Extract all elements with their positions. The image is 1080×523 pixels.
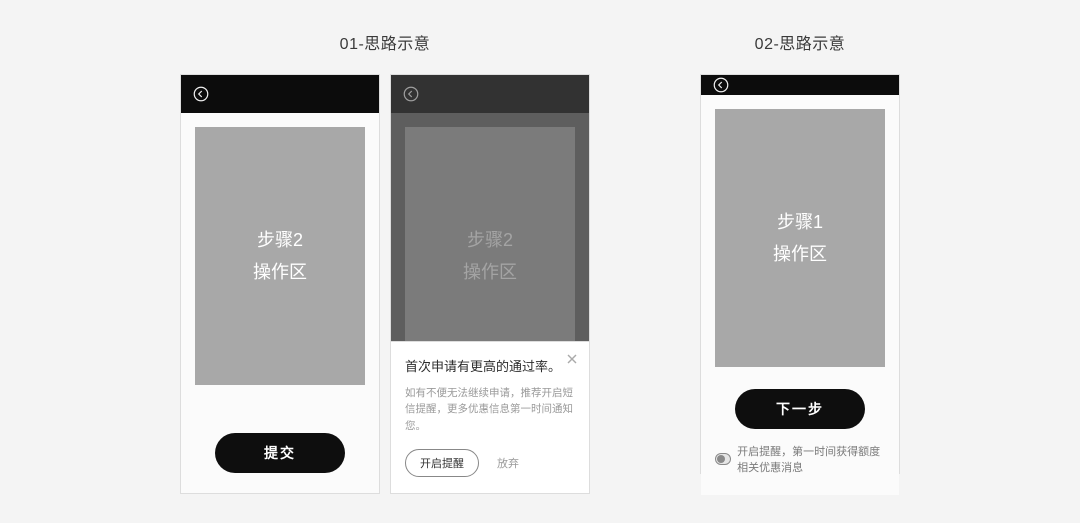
next-button[interactable]: 下一步 — [735, 389, 865, 429]
step-title: 步骤2 — [467, 224, 513, 256]
submit-button[interactable]: 提交 — [215, 433, 345, 473]
toggle-icon[interactable] — [715, 453, 731, 465]
enable-reminder-button[interactable]: 开启提醒 — [405, 449, 479, 477]
group-01: 01-思路示意 步骤2 操作区 — [180, 30, 590, 523]
phone-01b: 步骤2 操作区 首次申请有更高的通过率。 如有不便无法继续申请，推荐开启短信提醒… — [390, 74, 590, 494]
group-02-row: 步骤1 操作区 下一步 开启提醒，第一时间获得额度相关优惠消息 — [700, 74, 900, 474]
popup-actions: 开启提醒 放弃 — [405, 449, 575, 477]
step-title: 步骤1 — [777, 206, 823, 238]
phone-02a: 步骤1 操作区 下一步 开启提醒，第一时间获得额度相关优惠消息 — [700, 74, 900, 474]
header — [701, 75, 899, 95]
popup-desc: 如有不便无法继续申请，推荐开启短信提醒，更多优惠信息第一时间通知您。 — [405, 385, 575, 435]
body: 步骤2 操作区 提交 — [181, 113, 379, 493]
content-box: 步骤1 操作区 — [715, 109, 885, 367]
bottom-sheet: 首次申请有更高的通过率。 如有不便无法继续申请，推荐开启短信提醒，更多优惠信息第… — [391, 341, 589, 493]
toggle-label: 开启提醒，第一时间获得额度相关优惠消息 — [737, 443, 885, 475]
header — [181, 75, 379, 113]
step-subtitle: 操作区 — [773, 238, 827, 270]
dismiss-button[interactable]: 放弃 — [497, 455, 519, 471]
body: 步骤1 操作区 下一步 开启提醒，第一时间获得额度相关优惠消息 — [701, 95, 899, 495]
step-subtitle: 操作区 — [253, 256, 307, 288]
group-02: 02-思路示意 步骤1 操作区 下一步 — [700, 30, 900, 523]
group-01-title: 01-思路示意 — [340, 30, 431, 54]
back-icon[interactable] — [711, 75, 731, 95]
step-subtitle: 操作区 — [463, 256, 517, 288]
popup-title: 首次申请有更高的通过率。 — [405, 356, 575, 375]
group-01-row: 步骤2 操作区 提交 — [180, 74, 590, 494]
content-box: 步骤2 操作区 — [195, 127, 365, 385]
back-icon[interactable] — [401, 84, 421, 104]
group-02-title: 02-思路示意 — [755, 30, 846, 54]
close-icon[interactable] — [565, 352, 579, 366]
phone-01a: 步骤2 操作区 提交 — [180, 74, 380, 494]
back-icon[interactable] — [191, 84, 211, 104]
step-title: 步骤2 — [257, 224, 303, 256]
reminder-toggle-row: 开启提醒，第一时间获得额度相关优惠消息 — [715, 443, 885, 475]
header — [391, 75, 589, 113]
